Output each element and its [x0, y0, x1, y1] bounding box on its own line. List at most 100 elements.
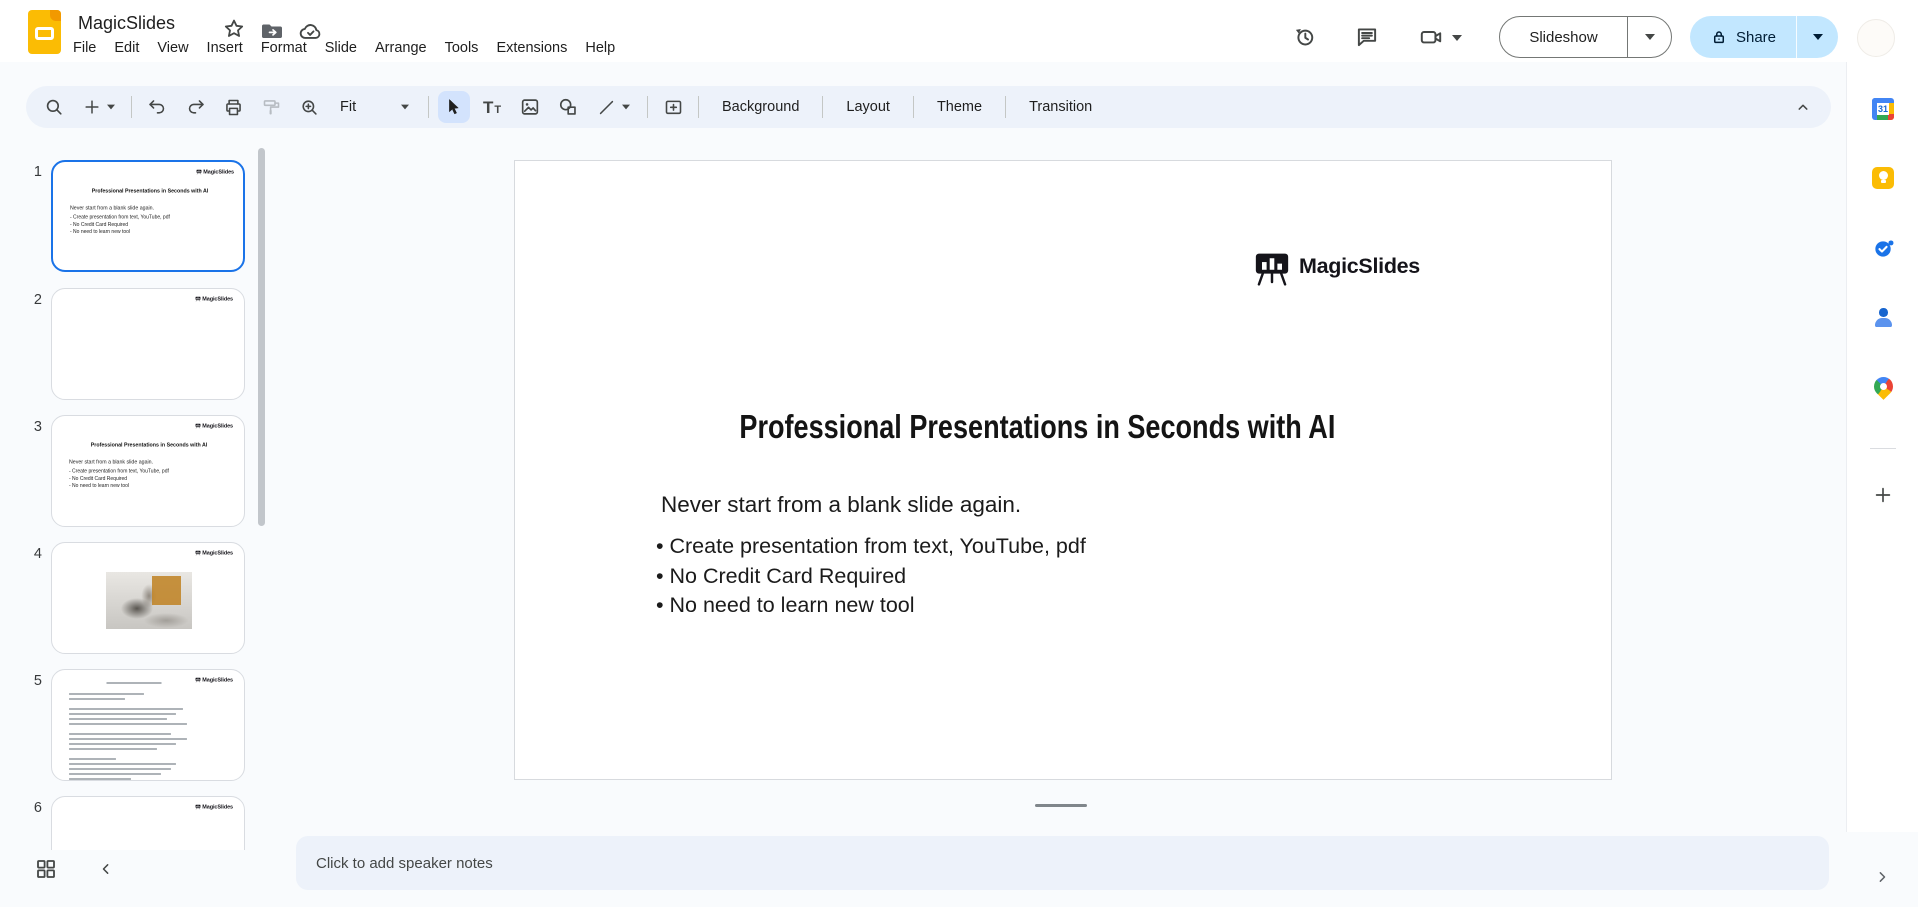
- magicslides-logo-icon: MagicSlides: [195, 423, 233, 429]
- slide-thumbnail-3[interactable]: MagicSlides Professional Presentations i…: [51, 415, 245, 527]
- side-panel: 31: [1846, 62, 1918, 832]
- new-slide-button[interactable]: [76, 91, 122, 123]
- paint-format-icon[interactable]: [255, 91, 287, 123]
- document-title[interactable]: MagicSlides: [78, 13, 175, 34]
- notes-resize-handle[interactable]: [1035, 804, 1087, 807]
- contacts-icon[interactable]: [1847, 307, 1918, 329]
- slide-bullet-3[interactable]: • No need to learn new tool: [656, 591, 1086, 621]
- toolbar-separator: [647, 96, 648, 118]
- slide-bullets-textbox[interactable]: • Create presentation from text, YouTube…: [656, 532, 1086, 621]
- keep-icon[interactable]: [1847, 167, 1918, 189]
- filmstrip: 1 MagicSlides Professional Presentations…: [0, 128, 300, 850]
- insert-line-caret-icon: [622, 104, 630, 110]
- magicslides-logo-text: MagicSlides: [1299, 253, 1420, 278]
- print-icon[interactable]: [217, 91, 249, 123]
- collapse-toolbar-icon[interactable]: [1787, 91, 1819, 123]
- speaker-notes-input[interactable]: Click to add speaker notes: [296, 836, 1829, 890]
- speaker-notes-placeholder: Click to add speaker notes: [316, 854, 493, 872]
- share-button[interactable]: Share: [1690, 16, 1838, 58]
- magicslides-logo-icon: [1255, 253, 1289, 286]
- select-tool-icon[interactable]: [438, 91, 470, 123]
- redo-icon[interactable]: [179, 91, 211, 123]
- menubar: File Edit View Insert Format Slide Arran…: [64, 38, 624, 62]
- menu-arrange[interactable]: Arrange: [366, 38, 436, 62]
- zoom-icon[interactable]: [293, 91, 325, 123]
- slide-number-6: 6: [33, 800, 42, 816]
- video-call-caret-icon[interactable]: [1452, 35, 1482, 65]
- magicslides-logo-icon: MagicSlides: [195, 296, 233, 302]
- insert-placeholder-icon[interactable]: [657, 91, 689, 123]
- maps-icon[interactable]: [1847, 373, 1918, 400]
- thumb-text-lines: [69, 693, 187, 780]
- slide-number-2: 2: [33, 292, 42, 308]
- menu-format[interactable]: Format: [252, 38, 316, 62]
- magicslides-logo[interactable]: MagicSlides: [1252, 247, 1420, 291]
- slide-number-1: 1: [33, 164, 42, 180]
- toolbar-separator: [822, 96, 824, 118]
- magicslides-logo-icon: MagicSlides: [195, 550, 233, 556]
- undo-icon[interactable]: [141, 91, 173, 123]
- slide-thumbnail-4[interactable]: MagicSlides: [51, 542, 245, 654]
- menu-view[interactable]: View: [148, 38, 197, 62]
- menu-file[interactable]: File: [64, 38, 105, 62]
- side-panel-divider: [1870, 448, 1896, 449]
- slide-thumbnail-1[interactable]: MagicSlides Professional Presentations i…: [51, 160, 245, 272]
- avatar[interactable]: [1857, 19, 1895, 57]
- slideshow-button[interactable]: Slideshow: [1499, 16, 1672, 58]
- menu-slide[interactable]: Slide: [316, 38, 366, 62]
- menu-insert[interactable]: Insert: [198, 38, 252, 62]
- menu-edit[interactable]: Edit: [105, 38, 148, 62]
- slide-thumbnail-2[interactable]: MagicSlides: [51, 288, 245, 400]
- slide-title-textbox[interactable]: Professional Presentations in Seconds wi…: [515, 408, 1559, 446]
- main-toolbar: Fit TT Background Layout Theme Transitio…: [26, 86, 1831, 128]
- magicslides-logo-icon: MagicSlides: [196, 169, 234, 175]
- transition-button[interactable]: Transition: [1015, 91, 1106, 123]
- text-box-icon[interactable]: TT: [476, 91, 508, 123]
- menu-help[interactable]: Help: [576, 38, 624, 62]
- share-label: Share: [1735, 28, 1777, 46]
- insert-image-icon[interactable]: [514, 91, 546, 123]
- thumb-slide-bullets: - Create presentation from text, YouTube…: [69, 468, 169, 489]
- version-history-icon[interactable]: [1290, 22, 1320, 52]
- thumb-slide-subtitle: Never start from a blank slide again.: [70, 205, 155, 211]
- toolbar-separator: [131, 96, 132, 118]
- video-call-icon[interactable]: [1416, 22, 1446, 52]
- expand-side-panel-icon[interactable]: [1872, 867, 1892, 887]
- slide-number-5: 5: [33, 673, 42, 689]
- google-slides-app: MagicSlides File Edit View Insert Format…: [0, 0, 1918, 907]
- insert-shape-icon[interactable]: [552, 91, 584, 123]
- slides-app-icon[interactable]: [28, 10, 61, 54]
- slide-thumbnail-5[interactable]: MagicSlides: [51, 669, 245, 781]
- search-menus-icon[interactable]: [38, 91, 70, 123]
- app-header: MagicSlides File Edit View Insert Format…: [0, 0, 1918, 62]
- comments-icon[interactable]: [1352, 22, 1382, 52]
- get-addons-icon[interactable]: [1847, 484, 1918, 506]
- slide-bullet-1[interactable]: • Create presentation from text, YouTube…: [656, 532, 1086, 562]
- slides-app-icon-glyph: [35, 27, 54, 40]
- zoom-fit-caret-icon: [401, 104, 409, 110]
- insert-line-tool[interactable]: [590, 91, 638, 123]
- zoom-fit-select[interactable]: Fit: [331, 91, 419, 123]
- menu-tools[interactable]: Tools: [436, 38, 488, 62]
- collapse-filmstrip-icon[interactable]: [96, 859, 116, 879]
- toolbar-separator: [698, 96, 699, 118]
- text-line-bar: [52, 682, 216, 684]
- theme-button[interactable]: Theme: [923, 91, 996, 123]
- grid-view-icon[interactable]: [34, 857, 58, 881]
- slideshow-options-caret[interactable]: [1627, 17, 1671, 57]
- slide-subtitle-textbox[interactable]: Never start from a blank slide again.: [661, 492, 1021, 518]
- slide-number-4: 4: [33, 546, 42, 562]
- filmstrip-scrollbar[interactable]: [258, 148, 265, 526]
- toolbar-separator: [428, 96, 429, 118]
- tasks-icon[interactable]: [1847, 237, 1918, 260]
- layout-button[interactable]: Layout: [832, 91, 904, 123]
- background-button[interactable]: Background: [708, 91, 813, 123]
- slides-app-icon-fold: [50, 10, 61, 21]
- share-options-caret[interactable]: [1796, 16, 1838, 58]
- slide-bullet-2[interactable]: • No Credit Card Required: [656, 562, 1086, 592]
- menu-extensions[interactable]: Extensions: [487, 38, 576, 62]
- calendar-icon[interactable]: 31: [1847, 98, 1918, 120]
- thumb-slide-subtitle: Never start from a blank slide again.: [69, 459, 154, 465]
- slide-editor-canvas[interactable]: MagicSlides Professional Presentations i…: [514, 160, 1612, 780]
- new-slide-caret-icon: [107, 104, 115, 110]
